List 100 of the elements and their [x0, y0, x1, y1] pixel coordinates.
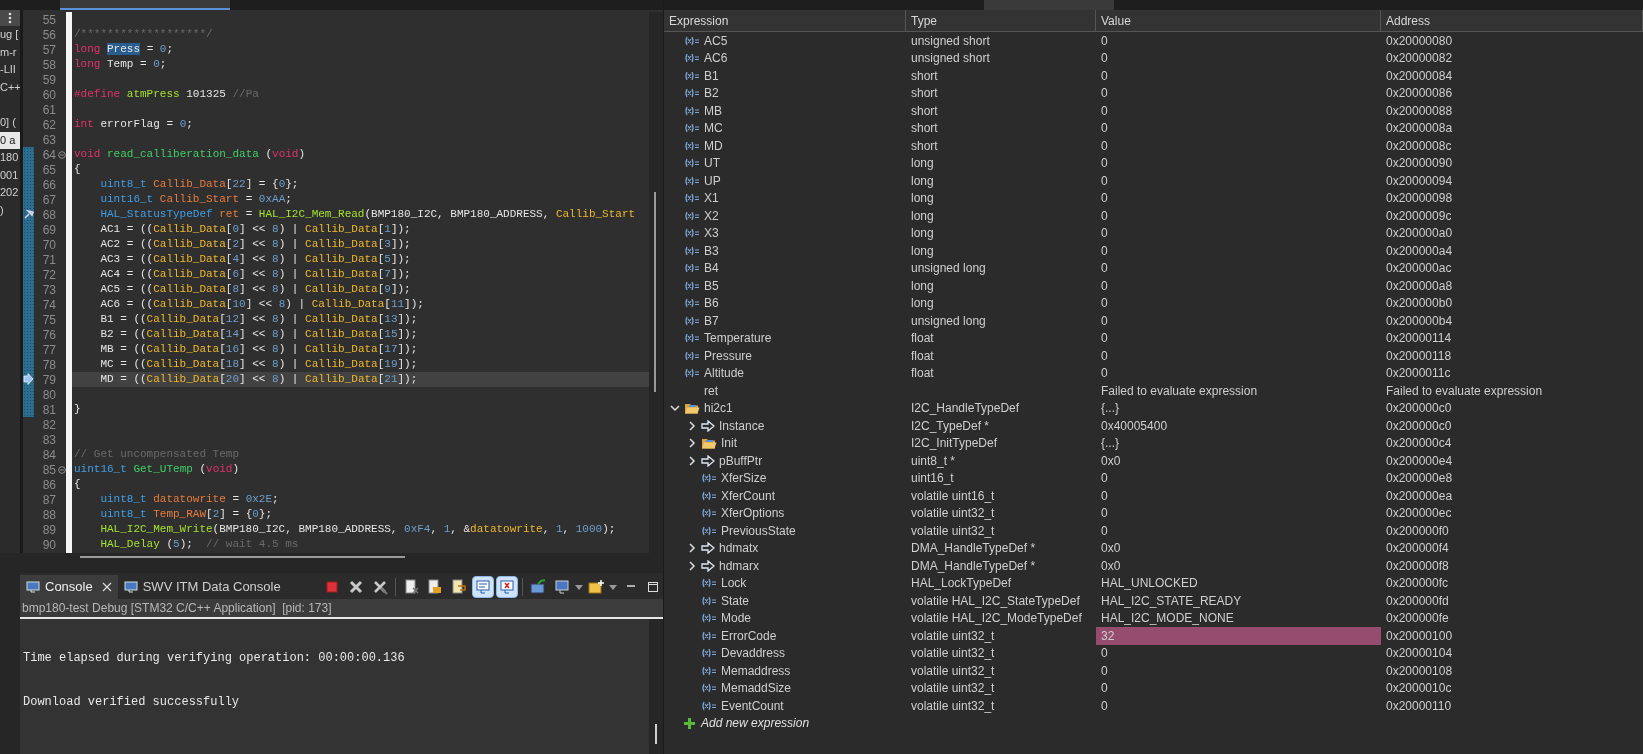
fold-toggle-icon[interactable] [58, 465, 66, 474]
expression-name[interactable]: XferOptions [721, 504, 785, 523]
tree-item-fragment[interactable]: 0 a [0, 131, 20, 149]
dropdown-caret-icon[interactable] [575, 584, 583, 590]
expand-chevron-icon[interactable] [687, 438, 697, 449]
expression-name[interactable]: Lock [721, 574, 747, 593]
expression-name[interactable]: B2 [704, 84, 719, 103]
expression-name[interactable]: B3 [704, 241, 719, 260]
editor-tab[interactable] [60, 0, 230, 10]
expression-name[interactable]: EventCount [721, 696, 784, 715]
value-cell-text: 0x0 [1101, 540, 1121, 558]
expression-name[interactable]: Pressure [704, 346, 753, 365]
expression-name[interactable]: AC5 [704, 31, 728, 50]
breakpoint-icon[interactable] [24, 209, 34, 219]
expression-name[interactable]: hi2c1 [704, 399, 733, 418]
expression-name[interactable]: MB [704, 101, 722, 120]
fold-toggle-icon[interactable] [58, 150, 66, 159]
expression-name[interactable]: Devaddress [721, 644, 786, 663]
expression-name[interactable]: Mode [721, 609, 752, 628]
expression-name[interactable]: XferSize [721, 469, 767, 488]
expand-chevron-icon[interactable] [687, 543, 697, 554]
expression-name[interactable]: hdmarx [719, 556, 759, 575]
expression-name[interactable]: B1 [704, 66, 719, 85]
console-tab[interactable]: SWV ITM Data Console [117, 575, 287, 599]
column-header[interactable]: Type [906, 10, 1096, 31]
expand-chevron-icon[interactable] [687, 420, 697, 431]
tree-item-fragment[interactable]: 202 [0, 184, 20, 202]
value-cell-text: 0 [1101, 470, 1108, 488]
code-line: MB = ((Callib_Data[16] << 8) | Callib_Data[17]); [100, 343, 418, 355]
address-cell: 0x20000118 [1386, 348, 1452, 363]
column-header[interactable]: Value [1096, 10, 1381, 31]
expression-name[interactable]: MC [704, 119, 723, 138]
expression-name[interactable]: UP [704, 171, 721, 190]
expression-name[interactable]: X3 [704, 224, 719, 243]
monitor-icon [123, 581, 138, 593]
tree-item-fragment[interactable]: m-r [0, 43, 20, 61]
expression-name[interactable]: MemaddSize [721, 679, 792, 698]
expression-name[interactable]: Memaddress [721, 661, 791, 680]
expression-name[interactable]: X1 [704, 189, 719, 208]
close-icon[interactable] [101, 582, 112, 592]
expression-name[interactable]: AC6 [704, 49, 728, 68]
horizontal-scrollbar-thumb[interactable] [80, 556, 405, 558]
expression-name[interactable]: Altitude [704, 364, 745, 383]
collapse-chevron-icon[interactable] [670, 403, 680, 414]
line-number: 67 [41, 191, 57, 209]
expand-chevron-icon[interactable] [687, 455, 697, 466]
expression-name[interactable]: State [721, 591, 750, 610]
variable-icon [701, 578, 717, 589]
line-number: 55 [41, 11, 57, 29]
show-stdout-button[interactable] [472, 576, 494, 598]
expression-name[interactable]: B4 [704, 259, 719, 278]
tree-item-fragment[interactable]: 001 [0, 166, 20, 184]
expression-name[interactable]: Temperature [704, 329, 772, 348]
variable-icon [684, 140, 700, 151]
column-header[interactable]: Address [1381, 10, 1643, 31]
expression-name[interactable]: ErrorCode [721, 626, 777, 645]
dropdown-caret-icon[interactable] [609, 584, 617, 590]
tree-item-fragment[interactable]: 180 [0, 149, 20, 167]
expression-name[interactable]: MD [704, 136, 723, 155]
value-cell-text: HAL_I2C_STATE_READY [1101, 592, 1242, 610]
expression-name[interactable]: X2 [704, 206, 719, 225]
expression-name[interactable]: Init [721, 434, 737, 453]
expression-name[interactable]: XferCount [721, 486, 776, 505]
address-cell: 0x200000ea [1386, 488, 1453, 503]
expression-name[interactable]: B6 [704, 294, 719, 313]
tree-item-fragment[interactable]: C++ [0, 78, 20, 96]
maximize-icon[interactable] [647, 581, 659, 593]
tree-item-fragment[interactable]: -LII [0, 61, 20, 79]
variable-icon [684, 228, 700, 239]
address-cell: 0x200000c4 [1386, 436, 1452, 451]
line-number: 66 [41, 176, 57, 194]
expand-chevron-icon[interactable] [687, 560, 697, 571]
variable-icon [701, 525, 717, 536]
tree-item-fragment[interactable]: 0] ( [0, 114, 20, 132]
column-header[interactable]: Expression [664, 10, 906, 31]
tree-item-fragment[interactable]: ug [ [0, 26, 20, 44]
expression-name[interactable]: ret [704, 381, 718, 400]
display-icon [554, 579, 570, 595]
code-line: uint16_t Get_UTemp (void) [74, 463, 240, 475]
type-cell: long [911, 173, 934, 188]
console-tab[interactable]: Console [20, 575, 118, 599]
value-cell-text: 0x0 [1101, 557, 1121, 575]
expression-name[interactable]: hdmatx [719, 539, 759, 558]
show-stderr-button[interactable] [496, 576, 518, 598]
expression-name[interactable]: Instance [719, 416, 765, 435]
expression-name[interactable]: B5 [704, 276, 719, 295]
tree-item-fragment[interactable]: ) [0, 201, 20, 219]
expression-name[interactable]: pBuffPtr [719, 451, 763, 470]
scrollbar-thumb[interactable] [655, 724, 657, 744]
add-expression-link[interactable]: Add new expression [701, 714, 810, 733]
expression-name[interactable]: UT [704, 154, 720, 173]
expression-name[interactable]: PreviousState [721, 521, 796, 540]
view-menu-icon[interactable] [0, 10, 20, 26]
expression-name[interactable]: B7 [704, 311, 719, 330]
code-line: MC = ((Callib_Data[18] << 8) | Callib_Data[19]); [100, 358, 418, 370]
line-number: 74 [41, 296, 57, 314]
value-cell-text: 0 [1101, 365, 1108, 383]
address-cell: 0x200000fe [1386, 611, 1449, 626]
address-cell: 0x200000b4 [1386, 313, 1453, 328]
scrollbar-thumb[interactable] [654, 192, 656, 392]
